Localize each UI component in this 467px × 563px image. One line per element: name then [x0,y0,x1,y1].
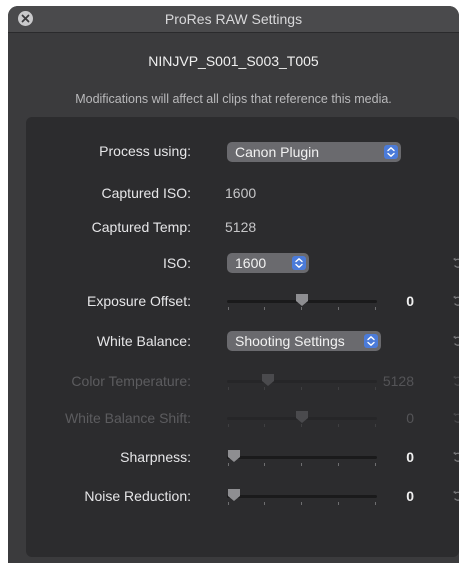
reset-arrow-icon [453,295,459,306]
white-balance-shift-label: White Balance Shift: [64,410,191,426]
up-down-chevrons-icon [292,256,306,270]
reset-arrow-icon [453,375,459,386]
reset-arrow-icon [453,335,459,346]
iso-value: 1600 [235,255,267,271]
title-bar: ProRes RAW Settings [8,6,459,33]
captured-iso-label: Captured ISO: [101,185,192,201]
noise-reduction-reset-button[interactable] [451,489,459,503]
process-using-popup[interactable]: Canon Plugin [227,142,401,162]
slider-knob[interactable] [227,449,241,463]
white-balance-value: Shooting Settings [235,333,345,349]
sharpness-label: Sharpness: [120,449,191,465]
process-using-value: Canon Plugin [235,144,320,160]
up-down-chevrons-icon [384,145,398,159]
reset-arrow-icon [453,451,459,462]
exposure-offset-label: Exposure Offset: [86,293,191,309]
color-temperature-label: Color Temperature: [71,373,191,389]
sharpness-value: 0 [406,449,414,465]
color-temperature-slider[interactable] [227,371,377,391]
clip-name: NINJVP_S001_S003_T005 [148,53,319,69]
iso-reset-button[interactable] [451,256,459,270]
white-balance-shift-value: 0 [406,410,414,426]
captured-temp-label: Captured Temp: [91,219,191,235]
iso-popup[interactable]: 1600 [227,253,309,273]
modification-notice: Modifications will affect all clips that… [75,92,392,106]
captured-temp-value: 5128 [225,219,257,235]
reset-arrow-icon [453,412,459,423]
slider-knob[interactable] [261,373,275,387]
noise-reduction-slider[interactable] [227,486,377,506]
reset-arrow-icon [453,490,459,501]
sharpness-slider[interactable] [227,447,377,467]
slider-knob[interactable] [295,293,309,307]
slider-knob[interactable] [295,410,309,424]
white-balance-label: White Balance: [96,333,191,349]
iso-label: ISO: [162,255,191,271]
white-balance-shift-reset-button[interactable] [451,411,459,425]
white-balance-shift-slider[interactable] [227,408,377,428]
slider-knob[interactable] [227,488,241,502]
color-temperature-value: 5128 [382,373,414,389]
noise-reduction-value: 0 [406,488,414,504]
exposure-offset-value: 0 [406,293,414,309]
white-balance-reset-button[interactable] [451,334,459,348]
white-balance-popup[interactable]: Shooting Settings [227,331,381,351]
noise-reduction-label: Noise Reduction: [84,488,191,504]
exposure-offset-slider[interactable] [227,291,377,311]
settings-panel: Process using: Canon Plugin Captured ISO… [26,117,459,557]
captured-iso-value: 1600 [225,185,257,201]
exposure-offset-reset-button[interactable] [451,294,459,308]
sharpness-reset-button[interactable] [451,450,459,464]
prores-raw-settings-window: ProRes RAW Settings NINJVP_S001_S003_T00… [8,6,459,563]
process-using-label: Process using: [99,143,191,159]
window-title: ProRes RAW Settings [164,11,303,27]
color-temperature-reset-button[interactable] [451,374,459,388]
reset-arrow-icon [453,257,459,268]
up-down-chevrons-icon [364,334,378,348]
